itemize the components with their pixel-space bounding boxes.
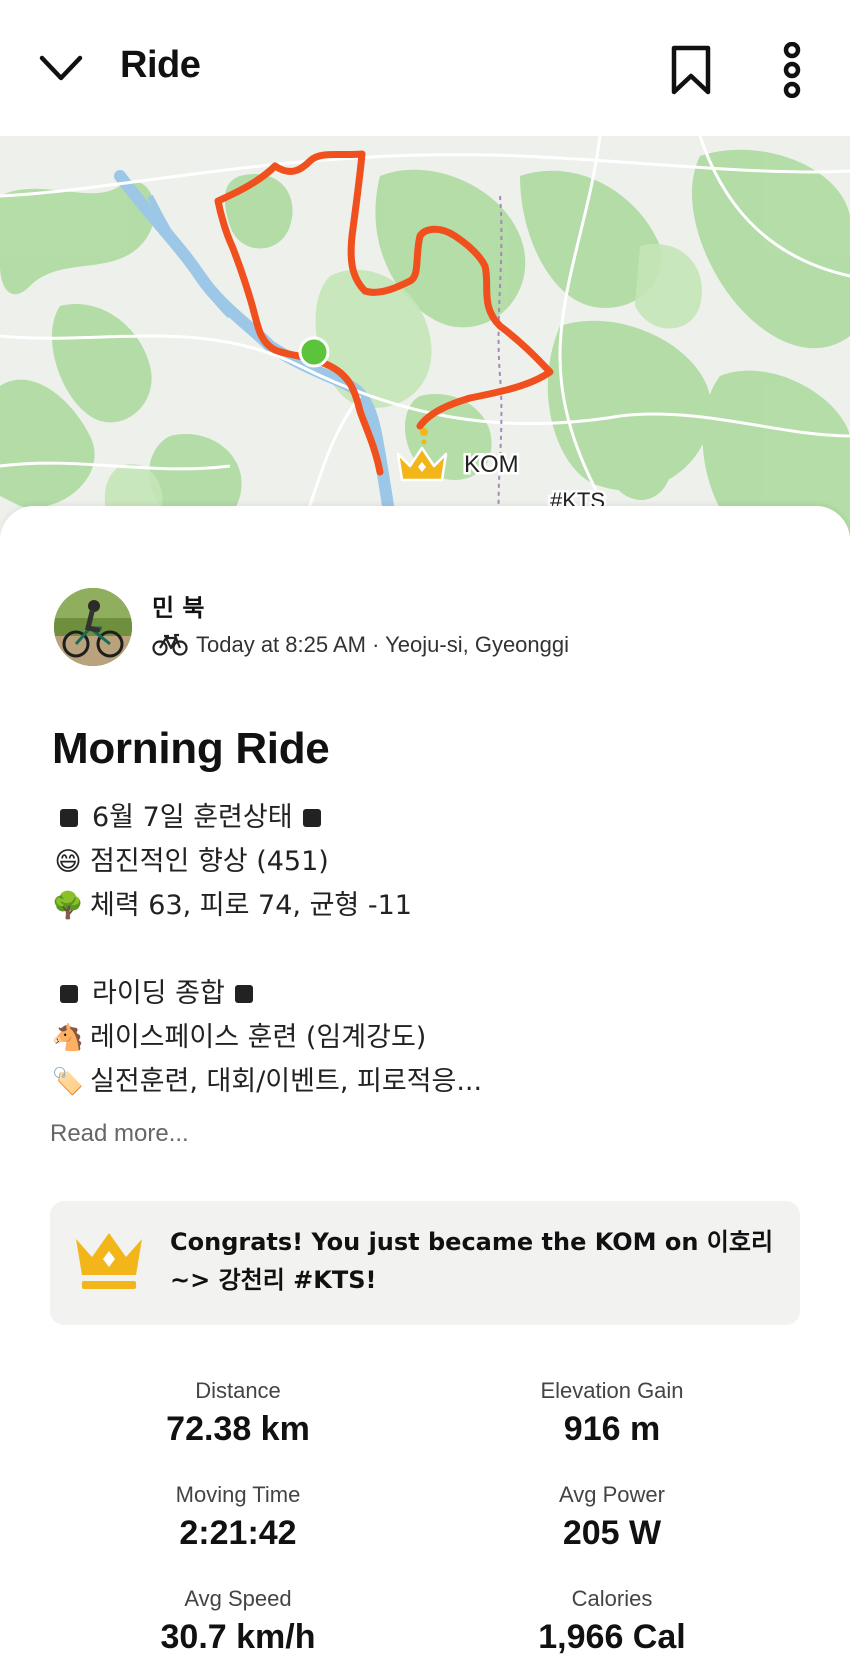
kom-achievement-card[interactable]: Congrats! You just became the KOM on 이호리…: [50, 1201, 800, 1325]
crown-icon: [76, 1233, 142, 1289]
stat-moving-time: Moving Time 2:21:42: [68, 1478, 408, 1554]
description-line: 6월 7일 훈련상태: [50, 796, 810, 840]
stat-label: Elevation Gain: [540, 1378, 684, 1403]
stat-calories: Calories 1,966 Cal: [442, 1582, 782, 1658]
stat-value: 30.7 km/h: [160, 1618, 316, 1656]
stat-value: 205 W: [562, 1514, 662, 1552]
description-line: 🏷️ 실전훈련, 대회/이벤트, 피로적응...: [50, 1060, 810, 1104]
stat-label: Avg Speed: [184, 1586, 292, 1611]
top-bar: Ride: [0, 0, 850, 136]
athlete-name[interactable]: 민 북: [152, 588, 205, 623]
label-tag-icon: 🏷️: [51, 1067, 85, 1097]
description-line: 🌳 체력 63, 피로 74, 균형 -11: [50, 884, 810, 928]
stat-value: 2:21:42: [179, 1514, 297, 1552]
stat-label: Avg Power: [559, 1482, 665, 1507]
bookmark-icon[interactable]: [668, 44, 714, 96]
stat-avg-speed: Avg Speed 30.7 km/h: [68, 1582, 408, 1658]
stat-distance: Distance 72.38 km: [68, 1374, 408, 1450]
more-vertical-icon[interactable]: [776, 42, 808, 98]
stat-value: 1,966 Cal: [538, 1618, 686, 1656]
kom-message: Congrats! You just became the KOM on 이호리…: [170, 1228, 774, 1294]
description-line: 라이딩 종합: [50, 972, 810, 1016]
avatar[interactable]: [54, 588, 132, 666]
route-start-marker: [298, 336, 330, 368]
stat-label: Distance: [195, 1378, 281, 1403]
stat-avg-power: Avg Power 205 W: [442, 1478, 782, 1554]
bike-icon: [152, 633, 188, 656]
tree-icon: 🌳: [51, 891, 85, 921]
grinning-face-icon: 😄: [54, 847, 82, 877]
stat-value: 72.38 km: [166, 1410, 310, 1448]
description-line: 🐴 레이스페이스 훈련 (임계강도): [50, 1016, 810, 1060]
chevron-down-icon[interactable]: [36, 46, 86, 92]
activity-meta: Today at 8:25 AM · Yeoju-si, Gyeonggi: [152, 632, 569, 658]
stat-label: Calories: [571, 1586, 653, 1611]
activity-title: Morning Ride: [52, 724, 330, 773]
description-line: 😄 점진적인 향상 (451): [50, 840, 810, 884]
map-kom-label: KOM: [464, 451, 519, 478]
activity-time-location: Today at 8:25 AM · Yeoju-si, Gyeonggi: [196, 632, 570, 657]
read-more-link[interactable]: Read more...: [50, 1120, 189, 1148]
horse-face-icon: 🐴: [51, 1023, 85, 1053]
page-title: Ride: [120, 44, 201, 86]
stat-value: 916 m: [563, 1410, 661, 1448]
route-map[interactable]: KOM #KTS: [0, 136, 850, 536]
activity-sheet: 민 북 Today at 8:25 AM · Yeoju-si, Gyeongg…: [0, 506, 850, 1658]
activity-description: 6월 7일 훈련상태 😄 점진적인 향상 (451) 🌳 체력 63, 피로 74,…: [50, 796, 810, 1104]
stat-elevation-gain: Elevation Gain 916 m: [442, 1374, 782, 1450]
stat-label: Moving Time: [175, 1482, 301, 1507]
